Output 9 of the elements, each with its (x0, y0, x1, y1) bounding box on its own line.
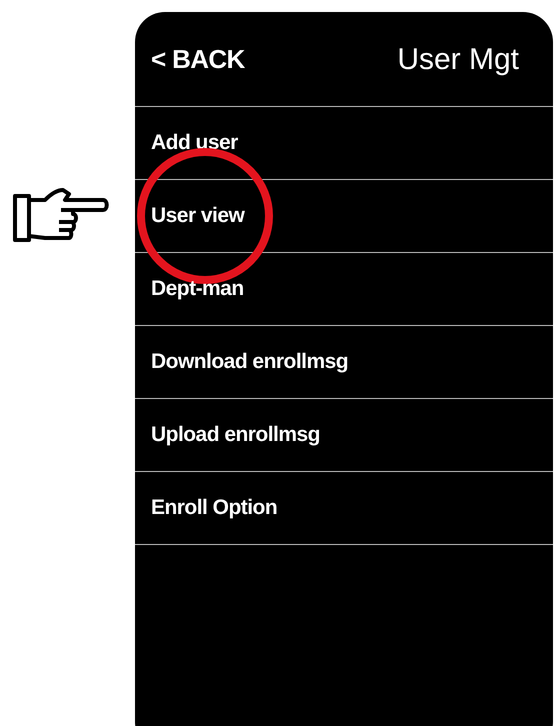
menu-item[interactable]: User view (151, 200, 244, 232)
menu-item[interactable]: Add user (151, 127, 238, 159)
pointing-hand-icon (13, 188, 109, 244)
menu-item[interactable]: Enroll Option (151, 492, 278, 524)
screen-title: User Mgt (397, 42, 519, 78)
menu-item[interactable]: Dept-man (151, 273, 244, 305)
menu-item[interactable]: Upload enrollmsg (151, 419, 320, 451)
menu-item[interactable]: Download enrollmsg (151, 346, 348, 378)
back-button[interactable]: < BACK (151, 40, 245, 78)
